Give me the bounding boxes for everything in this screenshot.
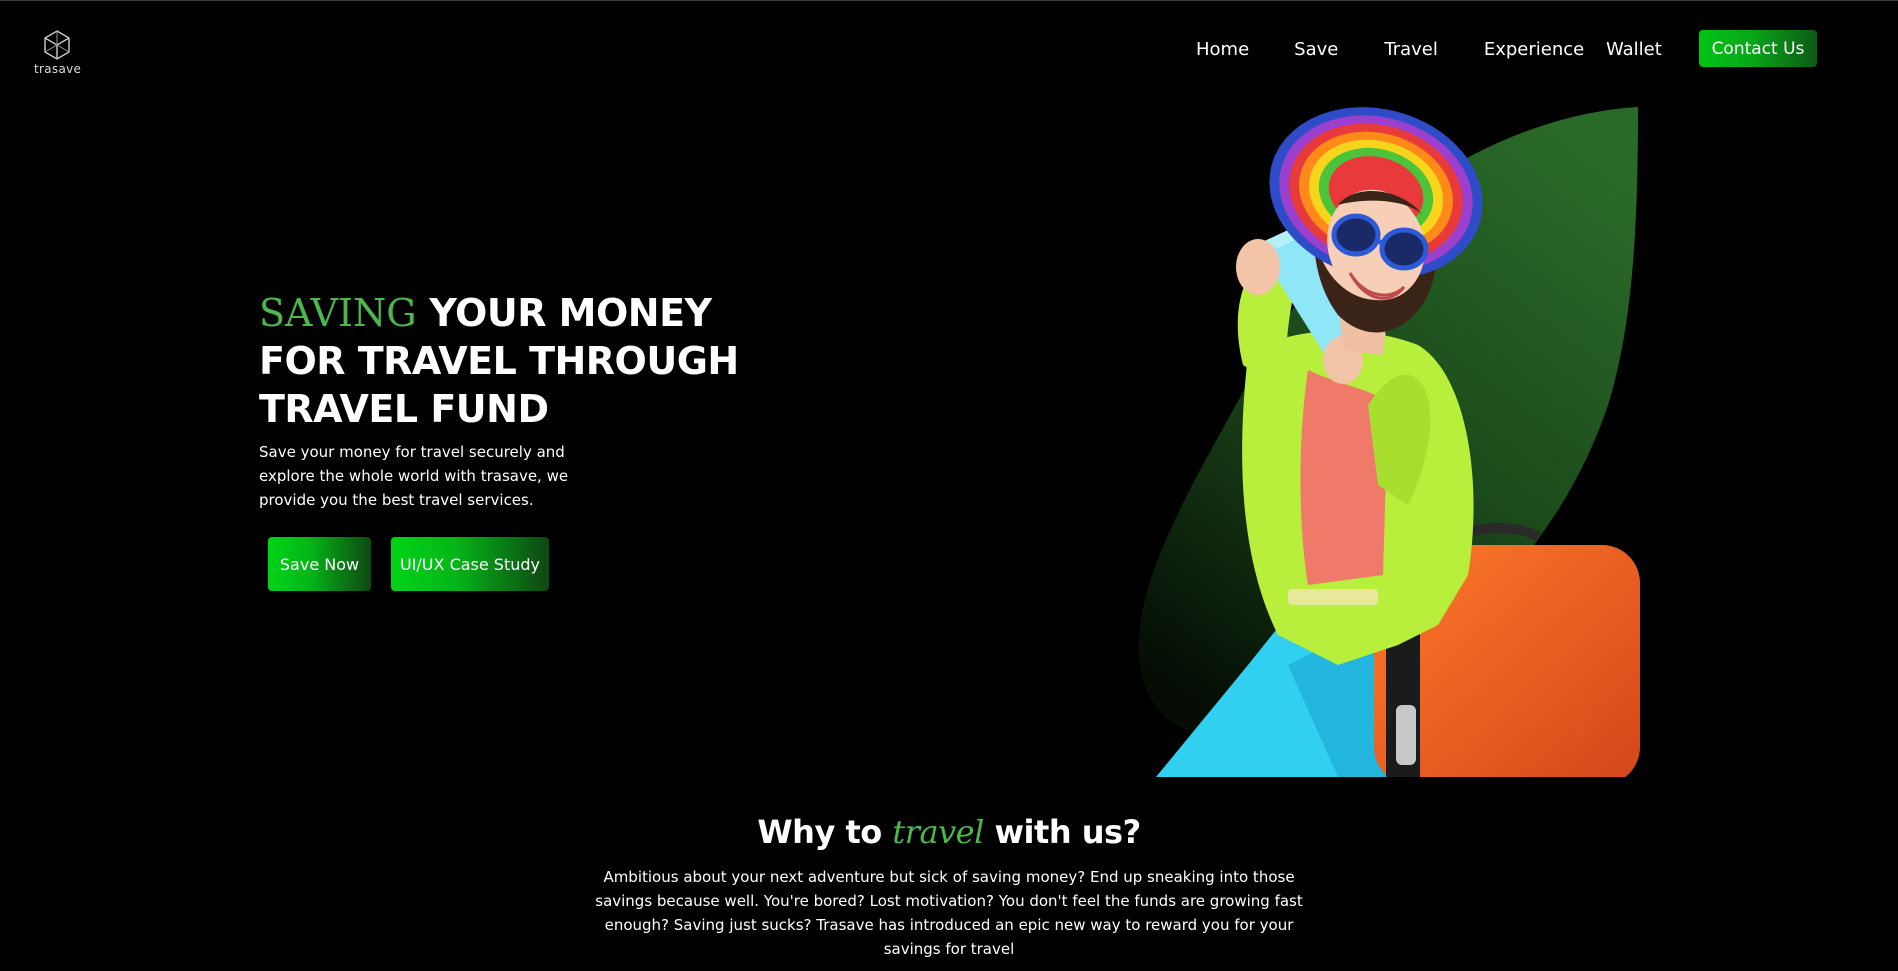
nav-wallet[interactable]: Wallet (1606, 39, 1662, 60)
nav-experience[interactable]: Experience (1484, 39, 1584, 60)
why-section-title: Why to travel with us? (0, 813, 1898, 851)
why-title-before: Why to (757, 813, 893, 851)
brand-logo[interactable]: trasave (34, 29, 82, 76)
why-title-after: with us? (983, 813, 1141, 851)
nav-save[interactable]: Save (1294, 39, 1338, 60)
cube-logo-icon (44, 30, 70, 60)
save-now-button[interactable]: Save Now (268, 537, 371, 591)
main-nav: Home Save Travel Experience Wallet (1196, 39, 1662, 60)
why-title-accent: travel (892, 813, 984, 851)
contact-us-button[interactable]: Contact Us (1699, 30, 1817, 67)
hero-description: Save your money for travel securely and … (259, 443, 569, 509)
nav-home[interactable]: Home (1196, 39, 1249, 60)
why-section-description: Ambitious about your next adventure but … (595, 868, 1303, 958)
hero-title: SAVING YOUR MONEY FOR TRAVEL THROUGH TRA… (259, 289, 779, 433)
brand-name: trasave (34, 62, 82, 76)
hero-image (1138, 107, 1640, 777)
hero-title-accent: SAVING (259, 291, 417, 335)
case-study-button[interactable]: UI/UX Case Study (391, 537, 549, 591)
nav-travel[interactable]: Travel (1384, 39, 1438, 60)
landing-page: trasave Home Save Travel Experience Wall… (0, 0, 1898, 971)
